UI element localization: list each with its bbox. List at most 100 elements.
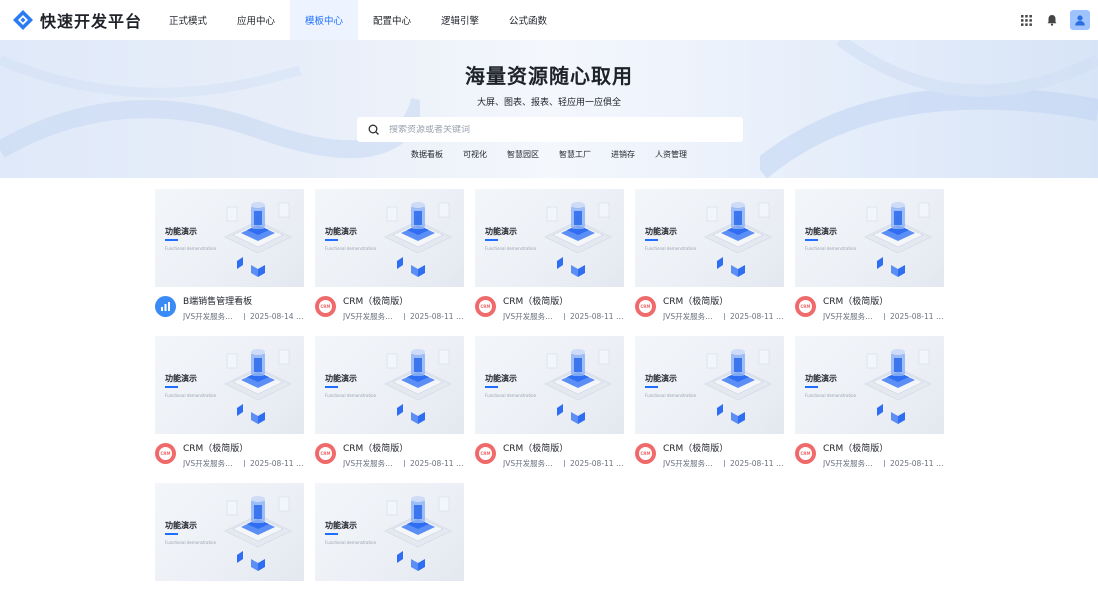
thumbnail-label: 功能演示 xyxy=(165,521,197,530)
card-title[interactable]: B端销售管理看板 xyxy=(183,296,304,308)
divider xyxy=(244,313,245,320)
template-thumbnail[interactable]: 功能演示 Functional demonstration xyxy=(155,189,304,287)
thumbnail-accent-bar xyxy=(645,239,658,241)
card-date: 2025-08-11 1… xyxy=(409,459,464,468)
template-card[interactable]: 功能演示 Functional demonstration CRM CRM（极简版） J… xyxy=(475,189,624,322)
template-card[interactable]: 功能演示 Functional demonstration xyxy=(315,483,464,581)
template-card[interactable]: 功能演示 Functional demonstration CRM CRM（极简版） J… xyxy=(795,189,944,322)
template-card[interactable]: 功能演示 Functional demonstration CRM CRM（极简版） J… xyxy=(475,336,624,469)
card-title[interactable]: CRM（极简版） xyxy=(663,296,784,308)
template-thumbnail[interactable]: 功能演示 Functional demonstration xyxy=(635,336,784,434)
nav-item-1[interactable]: 应用中心 xyxy=(222,0,290,40)
thumbnail-accent-bar xyxy=(485,386,498,388)
thumbnail-illustration xyxy=(693,342,783,432)
chart-icon xyxy=(155,296,176,317)
brand[interactable]: 快速开发平台 xyxy=(0,8,154,32)
template-thumbnail[interactable]: 功能演示 Functional demonstration xyxy=(315,483,464,581)
template-thumbnail[interactable]: 功能演示 Functional demonstration xyxy=(475,189,624,287)
hot-tag[interactable]: 人资管理 xyxy=(645,149,697,160)
template-card[interactable]: 功能演示 Functional demonstration CRM CRM（极简版） J… xyxy=(635,189,784,322)
hot-tag[interactable]: 数据看板 xyxy=(401,149,453,160)
card-meta: CRM CRM（极简版） JVS开发服务… 2025-08-11 1… xyxy=(795,296,944,322)
search-input[interactable] xyxy=(389,124,729,135)
template-thumbnail[interactable]: 功能演示 Functional demonstration xyxy=(315,336,464,434)
thumbnail-illustration xyxy=(533,342,623,432)
divider xyxy=(564,313,565,320)
bell-icon[interactable] xyxy=(1044,12,1060,28)
card-title[interactable]: CRM（极简版） xyxy=(343,296,464,308)
card-title[interactable]: CRM（极简版） xyxy=(343,443,464,455)
thumbnail-label: 功能演示 xyxy=(805,227,837,236)
card-date: 2025-08-11 1… xyxy=(889,312,944,321)
thumbnail-illustration xyxy=(373,195,463,285)
user-avatar[interactable] xyxy=(1070,10,1090,30)
thumbnail-illustration xyxy=(853,342,943,432)
thumbnail-caption: Functional demonstration xyxy=(165,540,217,545)
thumbnail-accent-bar xyxy=(165,239,178,241)
thumbnail-illustration xyxy=(213,342,303,432)
card-date: 2025-08-11 1… xyxy=(729,312,784,321)
template-card[interactable]: 功能演示 Functional demonstration CRM CRM（极简版） J… xyxy=(315,336,464,469)
thumbnail-accent-bar xyxy=(325,239,338,241)
card-author: JVS开发服务… xyxy=(183,459,233,468)
template-thumbnail[interactable]: 功能演示 Functional demonstration xyxy=(635,189,784,287)
nav-item-4[interactable]: 逻辑引擎 xyxy=(426,0,494,40)
brand-name: 快速开发平台 xyxy=(40,12,143,31)
nav-item-5[interactable]: 公式函数 xyxy=(494,0,562,40)
thumbnail-accent-bar xyxy=(325,533,338,535)
template-card[interactable]: 功能演示 Functional demonstration CRM CRM（极简版） J… xyxy=(795,336,944,469)
crm-icon: CRM xyxy=(475,296,496,317)
card-author: JVS开发服务… xyxy=(343,312,393,321)
brand-logo-icon xyxy=(12,9,34,31)
thumbnail-accent-bar xyxy=(645,386,658,388)
thumbnail-caption: Functional demonstration xyxy=(645,246,697,251)
thumbnail-label: 功能演示 xyxy=(645,227,677,236)
thumbnail-label: 功能演示 xyxy=(485,227,517,236)
template-thumbnail[interactable]: 功能演示 Functional demonstration xyxy=(795,189,944,287)
hot-tag[interactable]: 进销存 xyxy=(601,149,645,160)
template-card[interactable]: 功能演示 Functional demonstration CRM CRM（极简版） J… xyxy=(155,336,304,469)
card-meta: B端销售管理看板 JVS开发服务… 2025-08-14 1… xyxy=(155,296,304,322)
thumbnail-caption: Functional demonstration xyxy=(645,393,697,398)
template-thumbnail[interactable]: 功能演示 Functional demonstration xyxy=(795,336,944,434)
thumbnail-accent-bar xyxy=(165,386,178,388)
thumbnail-accent-bar xyxy=(805,386,818,388)
thumbnail-label: 功能演示 xyxy=(805,374,837,383)
thumbnail-caption: Functional demonstration xyxy=(805,393,857,398)
card-title[interactable]: CRM（极简版） xyxy=(183,443,304,455)
card-title[interactable]: CRM（极简版） xyxy=(503,443,624,455)
template-thumbnail[interactable]: 功能演示 Functional demonstration xyxy=(155,483,304,581)
thumbnail-label: 功能演示 xyxy=(325,521,357,530)
thumbnail-caption: Functional demonstration xyxy=(165,246,217,251)
nav-item-2[interactable]: 模板中心 xyxy=(290,0,358,40)
hot-tag[interactable]: 智慧园区 xyxy=(497,149,549,160)
thumbnail-label: 功能演示 xyxy=(165,374,197,383)
nav-item-3[interactable]: 配置中心 xyxy=(358,0,426,40)
card-title[interactable]: CRM（极简版） xyxy=(823,296,944,308)
card-date: 2025-08-14 1… xyxy=(249,312,304,321)
nav-item-0[interactable]: 正式模式 xyxy=(154,0,222,40)
template-thumbnail[interactable]: 功能演示 Functional demonstration xyxy=(155,336,304,434)
template-card[interactable]: 功能演示 Functional demonstration CRM CRM（极简版） J… xyxy=(635,336,784,469)
hero-title: 海量资源随心取用 xyxy=(465,64,633,88)
search-box[interactable] xyxy=(357,117,743,142)
card-title[interactable]: CRM（极简版） xyxy=(663,443,784,455)
hot-tag[interactable]: 智慧工厂 xyxy=(549,149,601,160)
main-nav: 正式模式 应用中心 模板中心 配置中心 逻辑引擎 公式函数 xyxy=(154,0,562,40)
template-thumbnail[interactable]: 功能演示 Functional demonstration xyxy=(315,189,464,287)
thumbnail-label: 功能演示 xyxy=(325,227,357,236)
template-thumbnail[interactable]: 功能演示 Functional demonstration xyxy=(475,336,624,434)
grid-icon[interactable] xyxy=(1018,12,1034,28)
card-author: JVS开发服务… xyxy=(503,312,553,321)
card-author: JVS开发服务… xyxy=(343,459,393,468)
crm-icon: CRM xyxy=(475,443,496,464)
crm-icon: CRM xyxy=(795,443,816,464)
card-date: 2025-08-11 1… xyxy=(889,459,944,468)
card-title[interactable]: CRM（极简版） xyxy=(823,443,944,455)
thumbnail-illustration xyxy=(213,489,303,579)
template-card[interactable]: 功能演示 Functional demonstration CRM CRM（极简版） J… xyxy=(315,189,464,322)
template-card[interactable]: 功能演示 Functional demonstration B端销售管理看板 JVS开… xyxy=(155,189,304,322)
hot-tag[interactable]: 可视化 xyxy=(453,149,497,160)
template-card[interactable]: 功能演示 Functional demonstration xyxy=(155,483,304,581)
card-title[interactable]: CRM（极简版） xyxy=(503,296,624,308)
